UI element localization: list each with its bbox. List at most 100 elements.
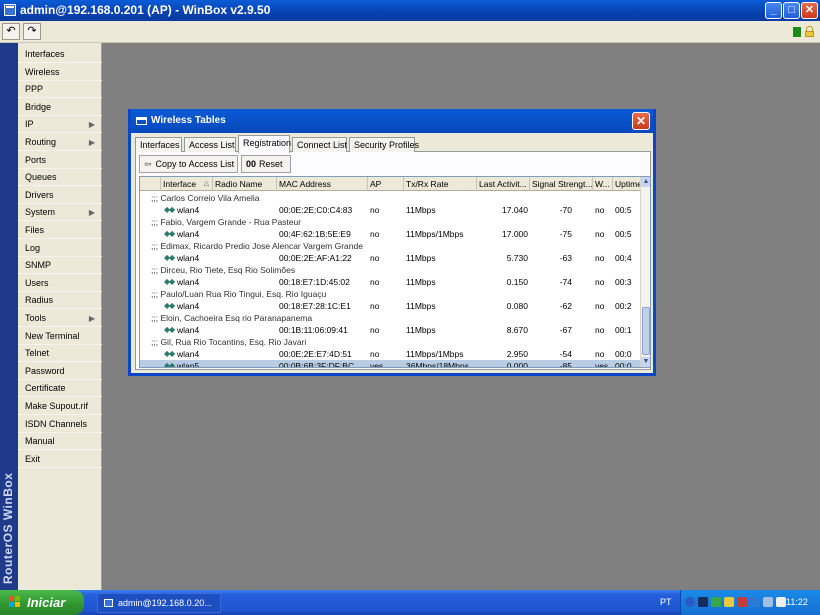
- scroll-up-icon[interactable]: ▲: [641, 177, 650, 187]
- menu-item-radius[interactable]: Radius: [18, 292, 102, 310]
- vertical-scrollbar[interactable]: ▲ ▼: [640, 177, 650, 367]
- cell-rate: 11Mbps/1Mbps: [406, 349, 464, 359]
- menu-item-queues[interactable]: Queues: [18, 169, 102, 187]
- cell-last: 5.730: [506, 253, 528, 263]
- menu-item-telnet[interactable]: Telnet: [18, 345, 102, 363]
- minimize-button[interactable]: _: [765, 2, 782, 19]
- undo-button[interactable]: ↶: [2, 23, 20, 40]
- tab-access-list[interactable]: Access List: [184, 137, 236, 152]
- menu-item-routing[interactable]: Routing ▶: [18, 134, 102, 151]
- tab-connect-list[interactable]: Connect List: [292, 137, 347, 152]
- menu-item-label: Bridge: [25, 101, 52, 112]
- comment-row[interactable]: ;;; Dirceu, Rio Tiete, Esq Rio Solimões: [140, 264, 644, 276]
- column-header-last-activity[interactable]: Last Activit...: [477, 177, 530, 191]
- comment-row[interactable]: ;;; Paulo/Luan Rua Rio Tingui, Esq. Rio …: [140, 288, 644, 300]
- brand-label: RouterOS WinBox: [1, 472, 15, 584]
- maximize-button[interactable]: □: [783, 2, 800, 19]
- cell-w: yes: [595, 361, 609, 368]
- menu-item-ports[interactable]: Ports: [18, 152, 102, 169]
- tab-interfaces[interactable]: Interfaces: [135, 137, 182, 152]
- cell-w: no: [595, 253, 605, 263]
- menu-item-ip[interactable]: IP ▶: [18, 116, 102, 134]
- tray-security-icon[interactable]: [724, 597, 734, 607]
- menu-item-new-terminal[interactable]: New Terminal: [18, 328, 102, 345]
- taskbar-window-button[interactable]: admin@192.168.0.20...: [97, 593, 221, 613]
- menu-item-log[interactable]: Log: [18, 240, 102, 257]
- tray-device-icon[interactable]: [776, 597, 786, 607]
- redo-button[interactable]: ↷: [23, 23, 41, 40]
- tab-security-profiles[interactable]: Security Profiles: [349, 137, 419, 152]
- menu-item-system[interactable]: System ▶: [18, 204, 102, 222]
- copy-to-access-list-button[interactable]: ⇦ Copy to Access List: [139, 155, 238, 173]
- column-header-interface[interactable]: Interface △: [161, 177, 213, 191]
- wireless-tables-close-button[interactable]: ✕: [632, 112, 650, 130]
- tray-expand-icon[interactable]: [685, 597, 695, 607]
- language-indicator[interactable]: PT: [660, 597, 672, 607]
- wireless-tables-title: Wireless Tables: [151, 115, 226, 126]
- column-header-wds[interactable]: W...: [593, 177, 613, 191]
- comment-row[interactable]: ;;; Fabio, Vargem Grande - Rua Pasteur: [140, 216, 644, 228]
- menu-item-files[interactable]: Files: [18, 222, 102, 239]
- reset-button[interactable]: 00 Reset: [241, 155, 291, 173]
- column-header-radio-name[interactable]: Radio Name: [213, 177, 277, 191]
- close-button[interactable]: ✕: [801, 2, 818, 19]
- comment-text: ;;; Gil, Rua Rio Tocantins, Esq. Rio Jav…: [151, 337, 307, 347]
- menu-item-snmp[interactable]: SNMP: [18, 257, 102, 275]
- scrollbar-thumb[interactable]: [642, 307, 650, 355]
- comment-row[interactable]: ;;; Carlos Correio Vila Amelia: [140, 192, 644, 204]
- tab-registration[interactable]: Registration: [238, 135, 291, 153]
- menu-item-isdn-channels[interactable]: ISDN Channels: [18, 416, 102, 433]
- menu-item-label: Drivers: [25, 189, 54, 200]
- cell-w: no: [595, 325, 605, 335]
- table-row[interactable]: wlan4 00:0E:2E:E7:4D:51 no 11Mbps/1Mbps 2.95…: [140, 348, 644, 360]
- column-header-signal-strength[interactable]: Signal Strengt...: [530, 177, 593, 191]
- comment-row[interactable]: ;;; Gil, Rua Rio Tocantins, Esq. Rio Jav…: [140, 336, 644, 348]
- menu-item-make-supout-rif[interactable]: Make Supout.rif: [18, 398, 102, 415]
- menu-item-tools[interactable]: Tools ▶: [18, 310, 102, 327]
- menu-item-label: Files: [25, 225, 45, 235]
- table-row[interactable]: wlan4 00:0E:2E:AF:A1:22 no 11Mbps 5.730 -63 no…: [140, 252, 644, 264]
- column-header-mac-address[interactable]: MAC Address: [277, 177, 368, 191]
- cell-rate: 11Mbps: [406, 205, 436, 215]
- table-row[interactable]: wlan4 00:18:E7:28:1C:E1 no 11Mbps 0.080 -62 no…: [140, 300, 644, 312]
- tray-connection-icon[interactable]: [750, 597, 760, 607]
- sort-indicator-icon: △: [203, 180, 209, 187]
- cell-ap: no: [370, 253, 380, 263]
- table-row[interactable]: wlan4 00:4F:62:1B:5E:E9 no 11Mbps/1Mbps 17.0…: [140, 228, 644, 240]
- cell-w: no: [595, 205, 605, 215]
- tray-antivirus-icon[interactable]: [737, 597, 747, 607]
- tray-app-icon[interactable]: [698, 597, 708, 607]
- menu-item-ppp[interactable]: PPP: [18, 81, 102, 99]
- comment-text: ;;; Fabio, Vargem Grande - Rua Pasteur: [151, 217, 302, 227]
- menu-item-drivers[interactable]: Drivers: [18, 187, 102, 204]
- menu-item-manual[interactable]: Manual: [18, 433, 102, 451]
- comment-text: ;;; Paulo/Luan Rua Rio Tingui, Esq. Rio …: [151, 289, 327, 299]
- tray-volume-icon[interactable]: [763, 597, 773, 607]
- menu-item-password[interactable]: Password: [18, 363, 102, 380]
- comment-row[interactable]: ;;; Eloin, Cachoeira Esq rio Paranapanem…: [140, 312, 644, 324]
- table-row[interactable]: wlan4 00:0E:2E:C0:C4:83 no 11Mbps 17.040 -70 n…: [140, 204, 644, 216]
- tray-network-icon[interactable]: [711, 597, 721, 607]
- cell-iface: wlan4: [177, 229, 200, 239]
- cell-signal: -75: [559, 229, 572, 239]
- cell-last: 8.670: [506, 325, 528, 335]
- menu-item-exit[interactable]: Exit: [18, 451, 102, 468]
- menu-item-certificate[interactable]: Certificate: [18, 380, 102, 398]
- menu-item-wireless[interactable]: Wireless: [18, 64, 102, 81]
- scroll-down-icon[interactable]: ▼: [641, 357, 650, 367]
- comment-row[interactable]: ;;; Edimax, Ricardo Predio Jose Alencar …: [140, 240, 644, 252]
- menu-item-bridge[interactable]: Bridge: [18, 99, 102, 116]
- cell-signal: -62: [559, 301, 572, 311]
- wireless-tables-title-bar[interactable]: Wireless Tables ✕: [131, 109, 653, 133]
- menu-item-users[interactable]: Users: [18, 275, 102, 292]
- table-row[interactable]: wlan5 00:0B:6B:3F:DF:BC yes 36Mbps/18Mbps 0.…: [140, 360, 644, 368]
- table-row[interactable]: wlan4 00:18:E7:1D:45:02 no 11Mbps 0.150 -74 no…: [140, 276, 644, 288]
- cell-rate: 36Mbps/18Mbps: [406, 361, 469, 368]
- column-header-tx-rx-rate[interactable]: Tx/Rx Rate: [404, 177, 477, 191]
- window-title-bar[interactable]: admin@192.168.0.201 (AP) - WinBox v2.9.5…: [0, 0, 820, 21]
- start-button[interactable]: Iniciar: [0, 590, 84, 615]
- table-row[interactable]: wlan4 00:1B:11:06:09:41 no 11Mbps 8.670 -67 no…: [140, 324, 644, 336]
- column-header-ap[interactable]: AP: [368, 177, 404, 191]
- registration-panel: ⇦ Copy to Access List 00 Reset Interface △ …: [135, 152, 651, 370]
- menu-item-interfaces[interactable]: Interfaces: [18, 46, 102, 63]
